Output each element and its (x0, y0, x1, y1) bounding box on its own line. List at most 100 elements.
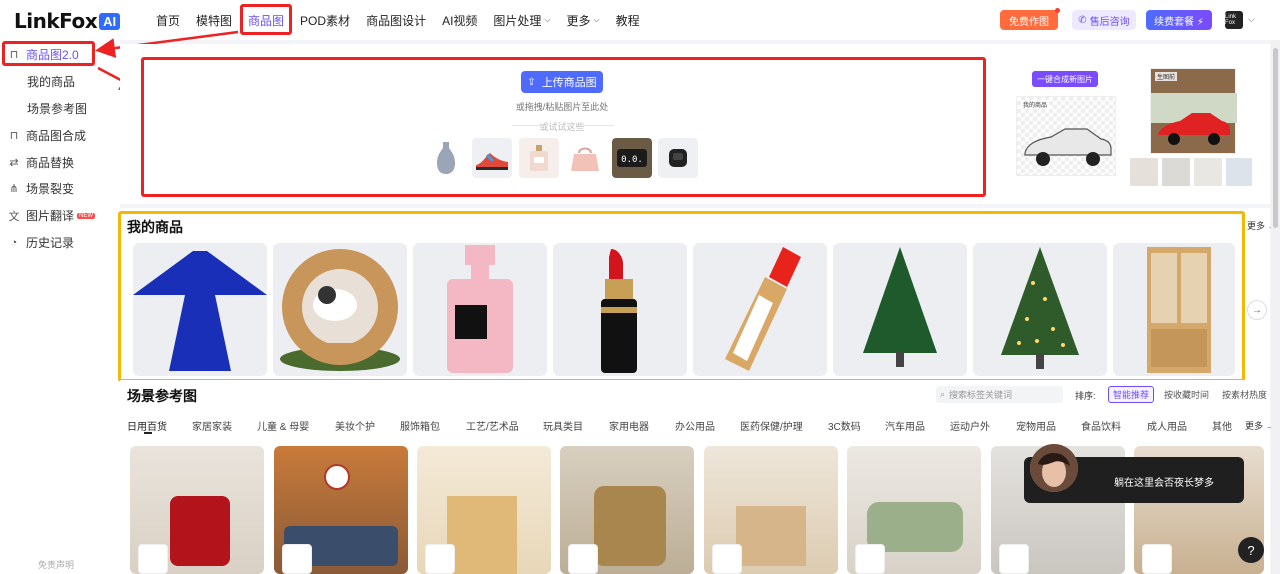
demo-my-product-card: 我的商品 (1016, 96, 1116, 176)
share-icon: ⋔ (9, 183, 19, 195)
demo-strip-1 (1130, 158, 1158, 186)
nav-ai-video[interactable]: AI视频 (434, 0, 485, 40)
scene-product-thumb (712, 544, 742, 574)
sidebar-item-label: 商品替换 (26, 156, 75, 170)
sidebar-item-image-translate[interactable]: 文图片翻译 NEW (8, 207, 96, 224)
chevron-down-icon: ⌵ (593, 15, 600, 24)
annotation-box-nav (240, 4, 292, 35)
category-tab[interactable]: 玩具类目 (543, 418, 583, 433)
swap-icon: ⇄ (9, 157, 19, 169)
nav-home[interactable]: 首页 (148, 0, 188, 40)
scene-search-input[interactable]: ⌕ 搜索标签关键词 (936, 386, 1063, 403)
demo-strip-2 (1162, 158, 1190, 186)
nav-image-processing[interactable]: 图片处理 ⌵ (485, 0, 558, 40)
car-white-image (1024, 128, 1112, 166)
sidebar-item-label: 图片翻译 (26, 209, 75, 223)
category-tab[interactable]: 美妆个护 (335, 418, 375, 433)
scene-reference-title: 场景参考图 (127, 388, 197, 404)
logo-ai-badge: AI (99, 12, 121, 30)
demo-strip-3 (1194, 158, 1222, 186)
scrollbar-thumb[interactable] (1273, 48, 1278, 228)
car-red-image (1158, 113, 1230, 145)
search-icon: ⌕ (940, 389, 946, 399)
sort-label: 排序: (1075, 391, 1096, 401)
top-nav-bar: LinkFox AI 首页 模特图 商品图 POD素材 商品图设计 AI视频 图… (0, 0, 1280, 40)
category-tab[interactable]: 成人用品 (1147, 418, 1187, 433)
after-sales-button[interactable]: ✆ 售后咨询 (1072, 10, 1136, 30)
category-tab[interactable]: 办公用品 (675, 418, 715, 433)
chat-message: 躺在这里会否夜长梦多 (1114, 478, 1214, 489)
sidebar-item-product-replace[interactable]: ⇄ 商品替换 (8, 154, 74, 171)
demo-generated-card: 生图前 (1150, 68, 1237, 154)
sidebar-item-label: 场景裂变 (26, 182, 75, 196)
scene-card[interactable] (417, 446, 551, 574)
free-drawing-button[interactable]: 免费作图 (1000, 8, 1060, 30)
chat-avatar[interactable] (1030, 444, 1078, 492)
category-tab[interactable]: 宠物用品 (1016, 418, 1056, 433)
scene-product-thumb (1142, 544, 1172, 574)
nav-tutorial[interactable]: 教程 (608, 0, 648, 40)
sort-by-popularity[interactable]: 按素材热度 (1218, 386, 1271, 403)
nav-more-label: 更多 (566, 13, 591, 28)
nav-product-design[interactable]: 商品图设计 (358, 0, 434, 40)
scene-card[interactable] (274, 446, 408, 574)
demo-strip-4 (1226, 158, 1252, 186)
scene-product-thumb (568, 544, 598, 574)
category-tab[interactable]: 工艺/艺术品 (466, 418, 519, 433)
help-button[interactable]: ? (1238, 537, 1264, 563)
linkfox-logo[interactable]: LinkFox AI (14, 9, 121, 33)
scene-product-thumb (282, 544, 312, 574)
category-tab[interactable]: 3C数码 (828, 418, 861, 433)
category-tab[interactable]: 医药保健/护理 (740, 418, 803, 433)
sidebar-item-my-products[interactable]: 我的商品 (27, 73, 75, 90)
category-tab[interactable]: 食品饮料 (1081, 418, 1121, 433)
sidebar-item-label: 历史记录 (26, 236, 75, 250)
scene-product-thumb (138, 544, 168, 574)
scene-card[interactable] (847, 446, 981, 574)
history-icon: ◔ (10, 236, 18, 249)
avatar-image (1030, 444, 1078, 492)
category-tab[interactable]: 其他 (1212, 418, 1232, 433)
category-tab[interactable]: 运动户外 (950, 418, 990, 433)
scene-product-thumb (999, 544, 1029, 574)
one-click-generate-button[interactable]: 一键合成新图片 (1032, 71, 1098, 87)
user-avatar[interactable]: Link Fox (1225, 11, 1243, 29)
category-tab[interactable]: 家用电器 (609, 418, 649, 433)
annotation-box-upload (141, 57, 986, 197)
demo-my-product-label: 我的商品 (1021, 100, 1050, 109)
phone-icon: ✆ (1078, 14, 1087, 26)
sort-smart-recommend[interactable]: 智能推荐 (1108, 386, 1155, 403)
category-tab[interactable]: 儿童 & 母婴 (257, 418, 309, 433)
new-badge: NEW (77, 212, 96, 219)
search-placeholder: 搜索标签关键词 (949, 390, 1013, 400)
category-tab[interactable]: 服饰箱包 (400, 418, 440, 433)
nav-more[interactable]: 更多 ⌵ (559, 0, 608, 40)
logo-text: LinkFox (14, 9, 98, 33)
chevron-down-icon: ⌵ (544, 15, 551, 24)
main-nav: 首页 模特图 商品图 POD素材 商品图设计 AI视频 图片处理 ⌵ 更多 ⌵ 教程 (148, 0, 648, 40)
next-products-button[interactable]: → (1247, 300, 1267, 320)
arrow-right-icon: → (1252, 304, 1262, 316)
disclaimer-link[interactable]: 免责声明 (38, 558, 74, 571)
scene-product-thumb (425, 544, 455, 574)
scene-card[interactable] (130, 446, 264, 574)
sort-by-favorite-time[interactable]: 按收藏时间 (1160, 386, 1213, 403)
chevron-down-icon[interactable]: ⌵ (1248, 14, 1255, 25)
nav-image-processing-label: 图片处理 (493, 13, 542, 28)
annotation-box-my-products (118, 211, 1245, 382)
renew-plan-button[interactable]: 续费套餐 ⚡ (1146, 10, 1212, 30)
active-category-indicator (144, 432, 152, 434)
nav-model-image[interactable]: 模特图 (188, 0, 240, 40)
sidebar-item-history[interactable]: ◔ 历史记录 (8, 234, 74, 251)
nav-pod-assets[interactable]: POD素材 (292, 0, 358, 40)
annotation-box-sidebar (2, 41, 95, 66)
demo-generated-label: 生图前 (1155, 72, 1178, 81)
scene-card[interactable] (704, 446, 838, 574)
scene-product-thumb (855, 544, 885, 574)
category-tab[interactable]: 汽车用品 (885, 418, 925, 433)
category-tab[interactable]: 家居家装 (192, 418, 232, 433)
scene-card[interactable] (560, 446, 694, 574)
after-sales-label: 售后咨询 (1089, 16, 1130, 28)
sidebar-item-scene-fission[interactable]: ⋔ 场景裂变 (8, 180, 74, 197)
category-tab[interactable]: 日用百货 (127, 418, 167, 433)
